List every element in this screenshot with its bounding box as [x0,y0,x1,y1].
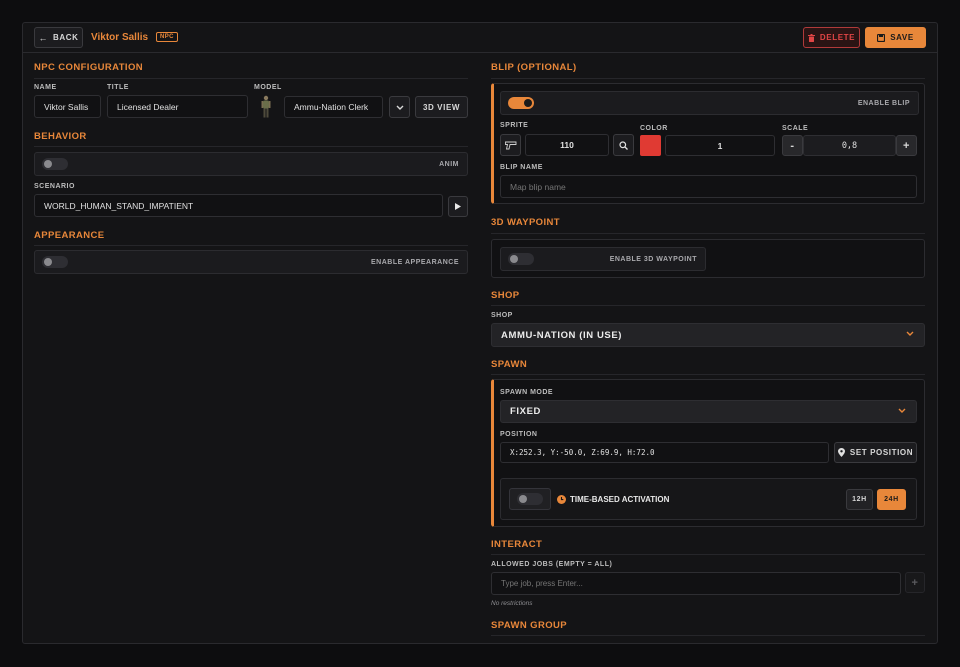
divider [491,554,925,555]
clock-icon [557,495,566,504]
npc-badge: NPC [156,32,178,42]
position-label: POSITION [500,431,538,438]
12h-button[interactable]: 12H [846,489,873,510]
delete-label: DELETE [819,33,856,42]
color-swatch[interactable] [640,135,661,156]
arrow-left-icon: ← [38,32,49,43]
divider [34,146,468,147]
divider [34,78,468,79]
trash-icon [807,33,815,42]
sprite-label: SPRITE [500,122,529,129]
blip-title: BLIP (OPTIONAL) [491,62,577,73]
spawn-card: SPAWN MODE FIXED POSITION X:252.3, Y:-50… [491,379,925,527]
model-label: MODEL [254,84,282,91]
waypoint-card: ENABLE 3D WAYPOINT [491,239,925,278]
divider [491,305,925,306]
scale-input[interactable]: 0,8 [803,135,896,156]
spawn-title: SPAWN [491,359,528,370]
3d-view-button[interactable]: 3D VIEW [415,96,468,118]
blip-name-label: BLIP NAME [500,164,543,171]
anim-toggle[interactable] [42,158,68,170]
spawn-group-title: SPAWN GROUP [491,620,568,631]
appearance-title: APPEARANCE [34,230,105,241]
model-preview-figure-icon [259,95,273,119]
chevron-down-icon [906,331,914,336]
save-button[interactable]: SAVE [865,27,926,48]
color-input[interactable]: 1 [665,135,775,156]
npc-editor-panel: ← BACK Viktor Sallis NPC DELETE SAVE NPC… [22,22,938,644]
anim-label: ANIM [439,161,459,168]
play-scenario-button[interactable] [448,196,468,217]
floppy-icon [877,33,886,42]
scale-label: SCALE [782,125,809,132]
shop-label: SHOP [491,312,513,319]
chevron-down-icon [898,408,906,413]
appearance-row: ENABLE APPEARANCE [34,250,468,274]
blip-toggle[interactable] [508,97,534,109]
spawn-mode-value: FIXED [510,406,541,417]
name-label: NAME [34,84,57,91]
appearance-label: ENABLE APPEARANCE [371,259,459,266]
back-label: BACK [53,33,79,42]
no-restrictions-note: No restrictions [491,600,533,607]
waypoint-label: ENABLE 3D WAYPOINT [609,256,697,263]
behavior-title: BEHAVIOR [34,131,87,142]
model-dropdown-button[interactable] [389,96,410,118]
top-bar: ← BACK Viktor Sallis NPC DELETE SAVE [23,23,937,53]
blip-card: ENABLE BLIP SPRITE 110 COLOR 1 SCALE - 0… [491,83,925,204]
scale-decrease-button[interactable]: - [782,135,803,156]
divider [491,635,925,636]
spawn-mode-label: SPAWN MODE [500,389,554,396]
divider [491,233,925,234]
scale-increase-button[interactable]: + [896,135,917,156]
position-input[interactable]: X:252.3, Y:-50.0, Z:69.9, H:72.0 [500,442,829,463]
spawn-mode-select[interactable]: FIXED [500,400,917,423]
save-label: SAVE [890,33,914,42]
delete-button[interactable]: DELETE [803,27,860,48]
chevron-down-icon [396,105,404,110]
appearance-toggle[interactable] [42,256,68,268]
blip-name-input[interactable] [500,175,917,198]
set-position-label: SET POSITION [849,448,914,457]
waypoint-row: ENABLE 3D WAYPOINT [500,247,706,271]
sprite-search-button[interactable] [613,134,634,156]
sprite-input[interactable]: 110 [525,134,609,156]
24h-button[interactable]: 24H [877,489,906,510]
npc-config-title: NPC CONFIGURATION [34,62,144,73]
time-activation-label: TIME-BASED ACTIVATION [570,495,670,504]
title-input[interactable]: Licensed Dealer [107,95,248,118]
interact-title: INTERACT [491,539,543,550]
waypoint-title: 3D WAYPOINT [491,217,560,228]
allowed-jobs-label: ALLOWED JOBS (EMPTY = ALL) [491,561,613,568]
sprite-preview[interactable] [500,134,521,156]
waypoint-toggle[interactable] [508,253,534,265]
divider [34,245,468,246]
map-pin-icon [837,448,845,457]
anim-row: ANIM [34,152,468,176]
scenario-label: SCENARIO [34,183,75,190]
title-label: TITLE [107,84,129,91]
divider [491,374,925,375]
time-toggle-wrap [509,488,551,510]
enable-blip-label: ENABLE BLIP [857,100,910,107]
time-activation-row: TIME-BASED ACTIVATION 12H 24H [500,478,917,520]
back-button[interactable]: ← BACK [34,27,83,48]
model-input[interactable]: Ammu-Nation Clerk [284,96,383,118]
gun-icon [504,141,517,150]
add-job-button[interactable]: + [905,572,925,593]
scenario-input[interactable]: WORLD_HUMAN_STAND_IMPATIENT [34,194,443,217]
npc-name-title: Viktor Sallis [91,32,149,43]
shop-select[interactable]: AMMU-NATION (IN USE) [491,323,925,347]
allowed-jobs-input[interactable] [491,572,901,595]
time-activation-toggle[interactable] [517,493,543,505]
play-icon [455,203,461,210]
search-icon [619,140,628,150]
set-position-button[interactable]: SET POSITION [834,442,917,463]
divider [491,78,925,79]
enable-blip-row: ENABLE BLIP [500,91,919,115]
name-input[interactable]: Viktor Sallis [34,95,101,118]
color-label: COLOR [640,125,668,132]
shop-value: AMMU-NATION (IN USE) [501,329,623,341]
shop-title: SHOP [491,290,520,301]
